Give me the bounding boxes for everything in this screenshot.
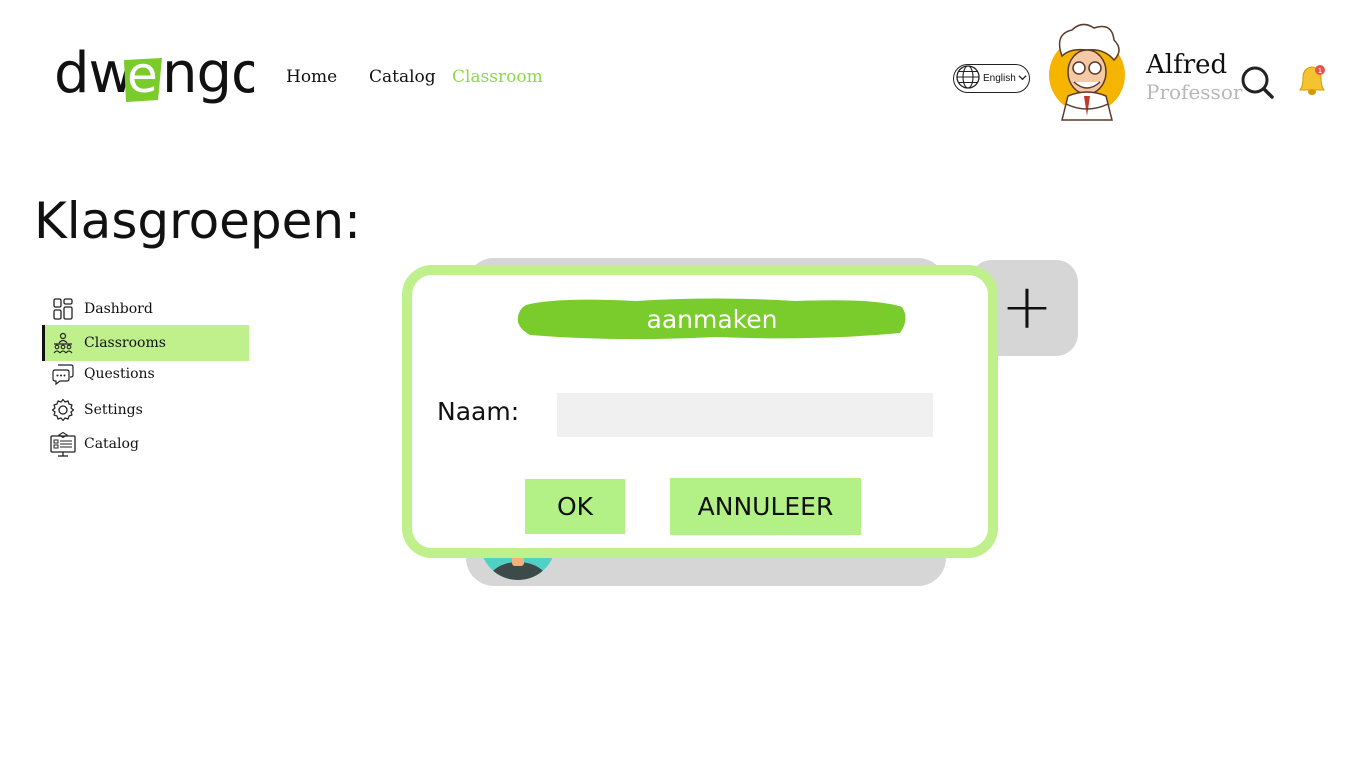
page-title: Klasgroepen: bbox=[34, 192, 361, 250]
plus-icon: + bbox=[1001, 270, 1053, 343]
svg-text:dw: dw bbox=[54, 41, 133, 106]
globe-icon bbox=[956, 64, 980, 93]
dialog-title: aanmaken bbox=[646, 304, 778, 334]
dialog-title-highlight: aanmaken bbox=[516, 297, 908, 341]
sidebar-item-label: Catalog bbox=[84, 436, 139, 452]
language-label: English bbox=[983, 73, 1016, 84]
create-class-dialog: aanmaken Naam: OK ANNULEER bbox=[402, 265, 998, 558]
nav-classroom[interactable]: Classroom bbox=[452, 67, 543, 87]
ok-button[interactable]: OK bbox=[525, 479, 625, 534]
sidebar-item-label: Dashbord bbox=[84, 301, 153, 317]
user-name: Alfred bbox=[1146, 50, 1228, 80]
sidebar-item-label: Settings bbox=[84, 402, 143, 418]
dwengo-logo[interactable]: dw e ngo bbox=[54, 40, 254, 110]
sidebar-item-settings[interactable]: Settings bbox=[42, 392, 249, 428]
catalog-icon bbox=[50, 431, 76, 457]
sidebar-item-questions[interactable]: Questions bbox=[42, 356, 249, 392]
user-role: Professor bbox=[1146, 80, 1243, 104]
gear-icon bbox=[50, 397, 76, 423]
search-icon[interactable] bbox=[1239, 64, 1275, 100]
bell-icon[interactable]: 1 bbox=[1290, 60, 1334, 100]
chevron-down-icon bbox=[1018, 73, 1027, 85]
dashboard-icon bbox=[50, 296, 76, 322]
notification-badge: 1 bbox=[1318, 67, 1322, 75]
sidebar-item-dashboard[interactable]: Dashbord bbox=[42, 291, 249, 327]
avatar[interactable] bbox=[1044, 20, 1128, 122]
name-label: Naam: bbox=[437, 397, 520, 426]
classroom-icon bbox=[50, 330, 76, 356]
chat-icon bbox=[50, 361, 76, 387]
sidebar-item-catalog[interactable]: Catalog bbox=[42, 426, 249, 462]
svg-text:e: e bbox=[127, 46, 158, 104]
sidebar-item-label: Questions bbox=[84, 366, 155, 382]
sidebar-item-label: Classrooms bbox=[84, 335, 166, 351]
nav-home[interactable]: Home bbox=[286, 67, 337, 87]
cancel-button[interactable]: ANNULEER bbox=[670, 478, 861, 535]
svg-text:ngo: ngo bbox=[162, 41, 254, 106]
nav-catalog[interactable]: Catalog bbox=[369, 67, 436, 87]
language-selector[interactable]: English bbox=[953, 64, 1030, 93]
name-input[interactable] bbox=[557, 393, 933, 437]
